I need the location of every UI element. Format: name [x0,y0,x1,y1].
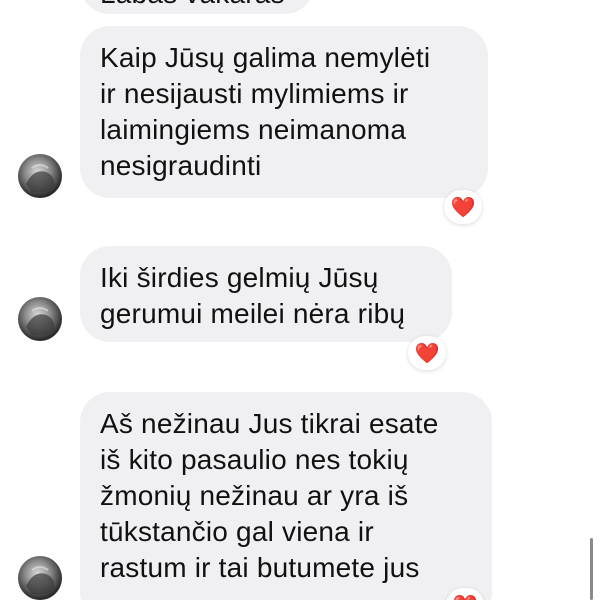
heart-reaction[interactable]: ❤️ [444,190,482,224]
message-bubble[interactable]: Aš nežinau Jus tikrai esate iš kito pasa… [80,392,492,600]
message-bubble[interactable]: Kaip Jūsų galima nemylėti ir nesijausti … [80,26,488,198]
avatar-photo-icon [26,164,55,193]
sender-avatar[interactable] [18,297,62,341]
avatar-photo-icon [26,307,55,336]
message-bubble[interactable]: Labas vakaras [80,0,314,14]
sender-avatar[interactable] [18,556,62,600]
message-bubble[interactable]: Iki širdies gelmių Jūsų gerumui meilei n… [80,246,452,342]
sender-avatar[interactable] [18,154,62,198]
heart-icon: ❤️ [453,595,478,600]
heart-reaction[interactable]: ❤️ [408,336,446,370]
avatar-photo-icon [26,566,55,595]
heart-icon: ❤️ [450,195,476,219]
heart-icon: ❤️ [414,341,440,365]
chat-thread: Labas vakaras Kaip Jūsų galima nemylėti … [0,0,600,600]
scrollbar[interactable] [590,538,593,600]
